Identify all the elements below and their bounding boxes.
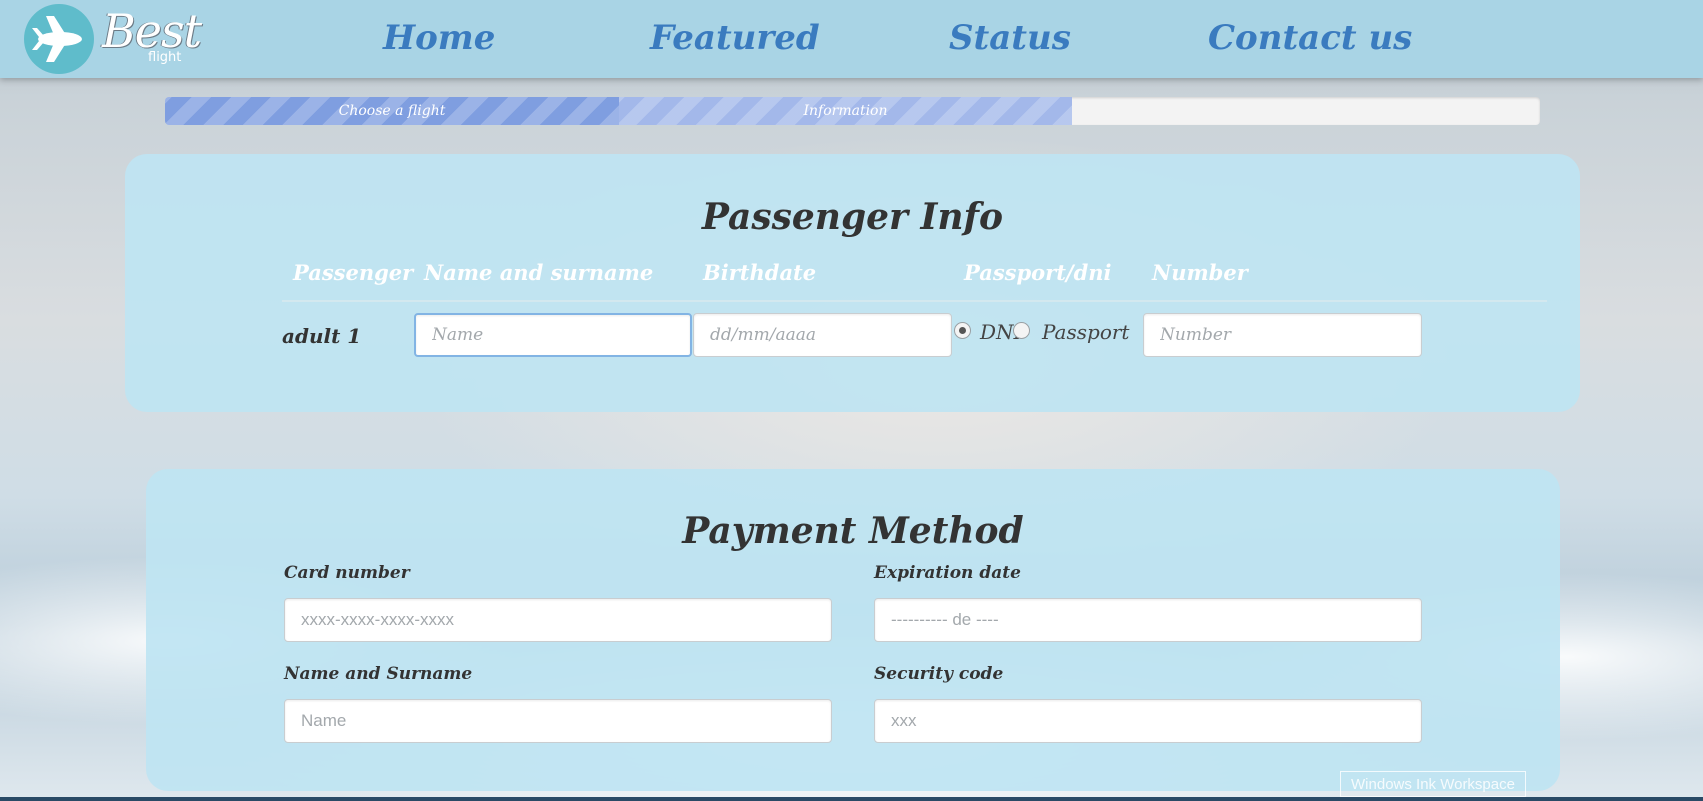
- site-header: Best flight Home Featured Status Contact…: [0, 0, 1703, 78]
- progress-step-label: Choose a flight: [338, 103, 446, 119]
- col-header-passport-dni: Passport/dni: [964, 260, 1112, 285]
- payment-method-card: Payment Method Card number Expiration da…: [146, 469, 1560, 791]
- expiration-date-label: Expiration date: [874, 563, 1021, 583]
- expiration-date-input[interactable]: [874, 598, 1422, 642]
- document-number-input[interactable]: [1143, 313, 1422, 357]
- passenger-info-title: Passenger Info: [701, 196, 1004, 238]
- payment-method-title: Payment Method: [682, 510, 1024, 552]
- progress-step-label: Information: [803, 103, 888, 119]
- col-header-number: Number: [1152, 260, 1248, 285]
- security-code-input[interactable]: [874, 699, 1422, 743]
- col-header-birthdate: Birthdate: [703, 260, 817, 285]
- passenger-row-label: adult 1: [282, 324, 362, 348]
- cardholder-name-label: Name and Surname: [284, 664, 473, 684]
- progress-step-information: Information: [619, 97, 1072, 125]
- nav-contact-us[interactable]: Contact us: [1208, 18, 1412, 58]
- brand-sub: flight: [148, 50, 182, 65]
- col-header-passenger: Passenger: [293, 260, 414, 285]
- nav-status[interactable]: Status: [949, 18, 1071, 58]
- progress-step-choose-flight: Choose a flight: [165, 97, 619, 125]
- table-divider: [282, 300, 1547, 302]
- birthdate-input[interactable]: [693, 313, 952, 357]
- brand-logo[interactable]: Best flight: [24, 4, 214, 74]
- taskbar-edge: [0, 797, 1703, 801]
- passenger-name-input[interactable]: [414, 313, 692, 357]
- logo-badge: [24, 4, 94, 74]
- cardholder-name-input[interactable]: [284, 699, 832, 743]
- radio-passport-label: Passport: [1042, 320, 1130, 344]
- card-number-input[interactable]: [284, 598, 832, 642]
- airplane-icon: [32, 16, 82, 62]
- passenger-info-card: Passenger Info Passenger Name and surnam…: [125, 154, 1580, 412]
- radio-passport[interactable]: [1013, 322, 1030, 339]
- windows-ink-workspace-button[interactable]: Windows Ink Workspace: [1340, 771, 1526, 797]
- security-code-label: Security code: [874, 664, 1004, 684]
- brand-name: Best: [102, 4, 202, 58]
- nav-featured[interactable]: Featured: [650, 18, 820, 58]
- col-header-name: Name and surname: [424, 260, 654, 285]
- nav-home[interactable]: Home: [383, 18, 495, 58]
- card-number-label: Card number: [284, 563, 410, 583]
- radio-dni[interactable]: [954, 322, 971, 339]
- booking-progress-bar: Choose a flight Information: [165, 97, 1540, 125]
